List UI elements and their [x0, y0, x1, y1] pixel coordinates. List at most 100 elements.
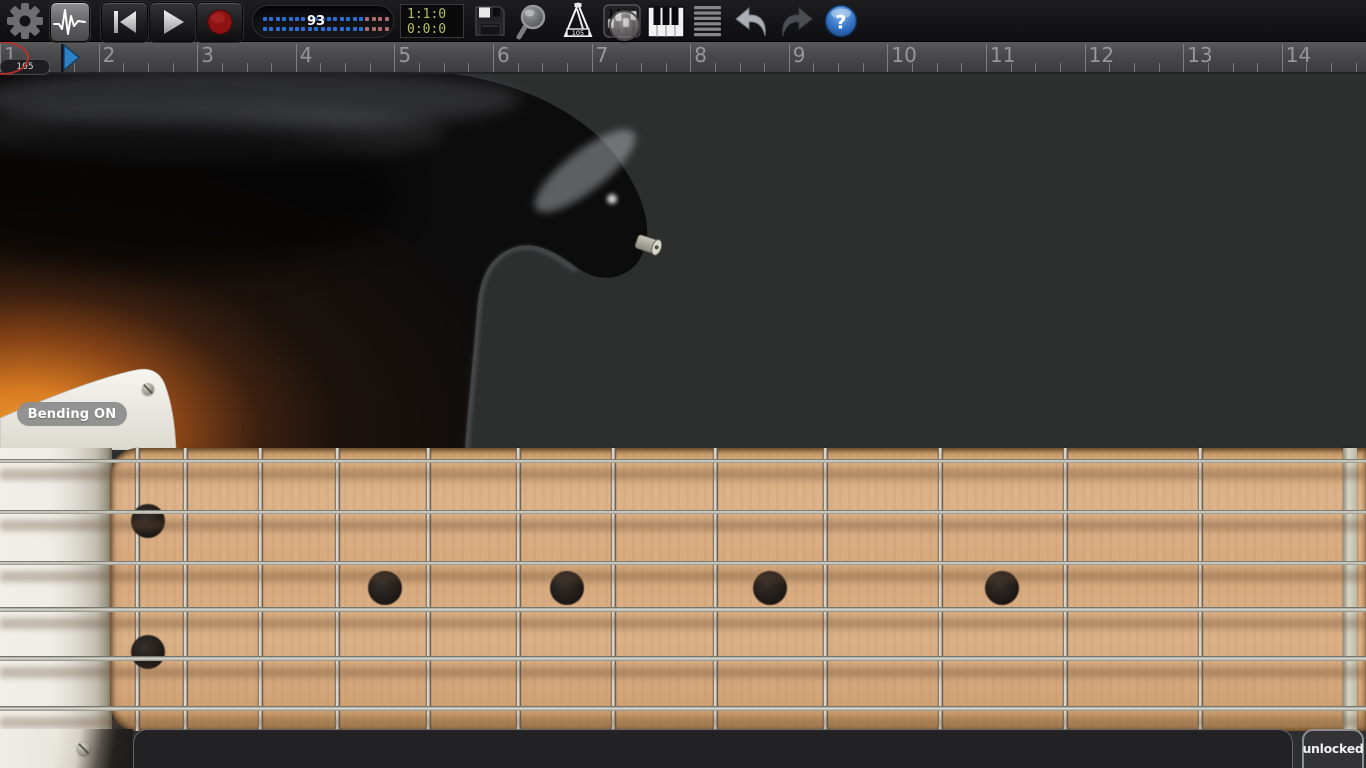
- help-button[interactable]: ?: [824, 4, 858, 38]
- pickguard-screw: [142, 383, 154, 395]
- beat-tick: [320, 63, 321, 72]
- bending-status-badge: Bending ON: [17, 402, 127, 426]
- guitar-string-1[interactable]: [0, 459, 1366, 463]
- beat-tick: [1011, 63, 1012, 72]
- beat-tick: [961, 63, 962, 72]
- guitar-string-4[interactable]: [0, 607, 1366, 612]
- fret-wire: [823, 448, 828, 731]
- measure-line: [1085, 44, 1086, 72]
- fret-marker-dot: [131, 635, 165, 669]
- tempo-badge[interactable]: 105: [0, 59, 50, 75]
- measure-line: [789, 44, 790, 72]
- guitar-app-window: 93 1:1:0 0:0:0: [0, 0, 1366, 768]
- piano-icon: [647, 6, 685, 38]
- guitar-string-6[interactable]: [0, 706, 1366, 711]
- tablature-input-bar[interactable]: [133, 729, 1293, 768]
- volume-dot: [385, 27, 389, 31]
- time-secondary: 0:0:0: [407, 22, 463, 37]
- volume-value: 93: [253, 14, 379, 29]
- volume-slider[interactable]: 93: [252, 5, 394, 38]
- measure-label: 9: [793, 43, 806, 67]
- guitar-string-3[interactable]: [0, 561, 1366, 565]
- zoom-button[interactable]: [516, 4, 550, 40]
- pickguard-screw: [77, 742, 90, 755]
- pickguard-under-neck: [0, 448, 112, 731]
- time-primary: 1:1:0: [407, 7, 463, 22]
- gear-icon: [6, 2, 44, 40]
- beat-tick: [419, 63, 420, 72]
- fret-wire: [516, 448, 521, 731]
- bottom-left-pickguard: [0, 729, 133, 768]
- measure-line: [1183, 44, 1184, 72]
- measure-line: [197, 44, 198, 72]
- beat-tick: [567, 63, 568, 72]
- guitar-string-2[interactable]: [0, 510, 1366, 514]
- fret-wire: [611, 448, 616, 731]
- beat-tick: [764, 63, 765, 72]
- menu-lines-icon: [693, 5, 723, 37]
- timeline-ruler[interactable]: 1234567891011121314 105: [0, 41, 1366, 74]
- play-icon: [160, 9, 186, 35]
- measure-line: [493, 44, 494, 72]
- piano-button[interactable]: [647, 6, 685, 38]
- menu-button[interactable]: [693, 5, 723, 37]
- record-icon: [206, 8, 234, 36]
- beat-tick: [1331, 63, 1332, 72]
- measure-line: [394, 44, 395, 72]
- volume-dot: [385, 17, 389, 21]
- metronome-bpm-label: 105: [572, 29, 584, 37]
- beat-tick: [715, 63, 716, 72]
- beat-tick: [1159, 63, 1160, 72]
- beat-tick: [912, 63, 913, 72]
- settings-button[interactable]: [6, 2, 44, 40]
- fret-wire: [1198, 448, 1203, 731]
- undo-button[interactable]: [733, 6, 773, 38]
- beat-tick: [1035, 63, 1036, 72]
- measure-line: [99, 44, 100, 72]
- string-shadow: [0, 469, 1366, 480]
- beat-tick: [370, 63, 371, 72]
- metronome-icon: 105: [558, 2, 598, 40]
- waveform-tool-button[interactable]: [50, 2, 90, 42]
- unlocked-button[interactable]: unlocked: [1302, 729, 1364, 768]
- beat-tick: [1356, 63, 1357, 72]
- skip-to-start-icon: [112, 10, 138, 34]
- beat-tick: [740, 63, 741, 72]
- measure-line: [1282, 44, 1283, 72]
- measure-line: [887, 44, 888, 72]
- beat-tick: [1306, 63, 1307, 72]
- string-shadow: [0, 667, 1366, 678]
- play-button[interactable]: [149, 2, 196, 42]
- string-shadow: [0, 717, 1366, 728]
- measure-line: [690, 44, 691, 72]
- measure-label: 4: [300, 43, 313, 67]
- beat-tick: [123, 63, 124, 72]
- save-button[interactable]: [472, 4, 508, 38]
- record-button[interactable]: [196, 2, 243, 42]
- beat-tick: [173, 63, 174, 72]
- beat-tick: [247, 63, 248, 72]
- beat-tick: [1257, 63, 1258, 72]
- metronome-button[interactable]: 105: [558, 2, 598, 40]
- fret-wire: [258, 448, 263, 731]
- nut: [1343, 448, 1357, 731]
- beat-tick: [937, 63, 938, 72]
- beat-tick: [271, 63, 272, 72]
- guitar-string-5[interactable]: [0, 656, 1366, 661]
- fretboard[interactable]: [0, 448, 1366, 731]
- svg-text:?: ?: [835, 12, 846, 34]
- undo-icon: [733, 6, 773, 38]
- volume-knob[interactable]: [609, 10, 640, 41]
- fret-wire: [426, 448, 431, 731]
- beat-tick: [222, 63, 223, 72]
- measure-line: [296, 44, 297, 72]
- fret-wire: [1063, 448, 1068, 731]
- beat-tick: [542, 63, 543, 72]
- measure-label: 2: [103, 43, 116, 67]
- playhead-marker[interactable]: [61, 44, 81, 72]
- string-shadow: [0, 618, 1366, 629]
- redo-button[interactable]: [775, 6, 815, 38]
- time-display: 1:1:0 0:0:0: [400, 4, 464, 38]
- skip-to-start-button[interactable]: [101, 2, 148, 42]
- beat-tick: [666, 63, 667, 72]
